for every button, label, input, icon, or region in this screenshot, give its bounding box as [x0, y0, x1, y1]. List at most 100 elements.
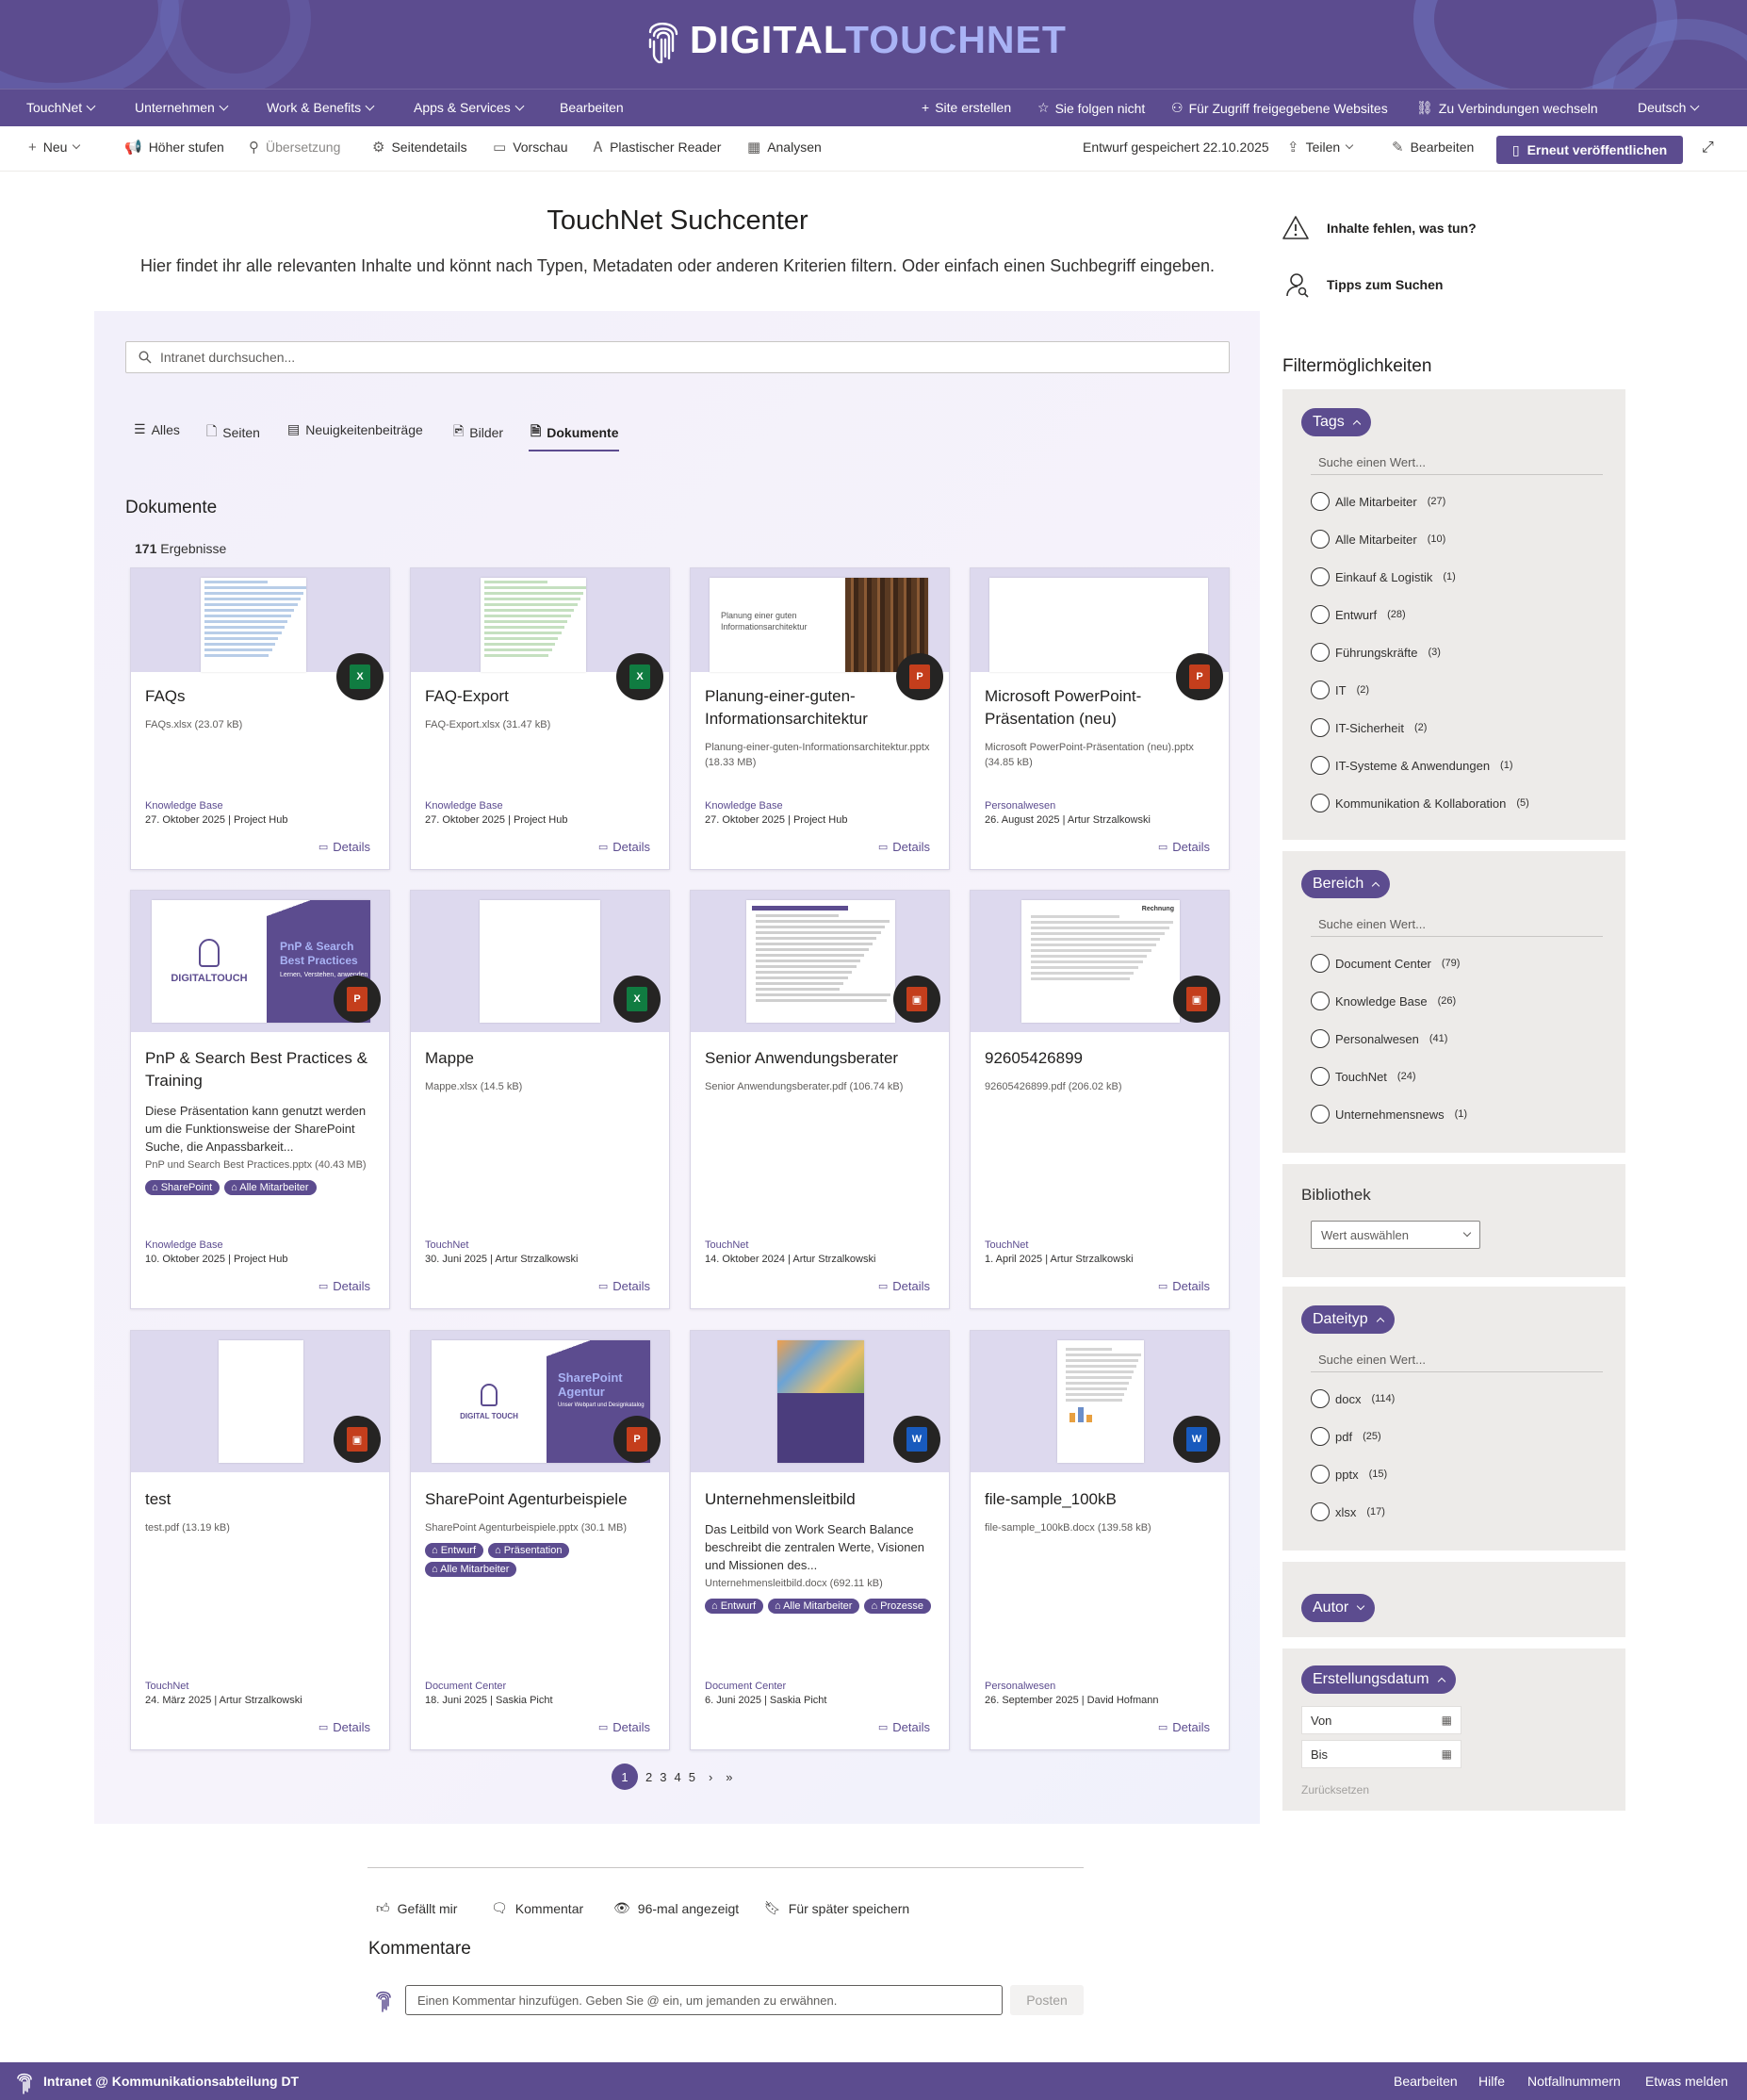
promote-button[interactable]: 📢 Höher stufen	[124, 139, 224, 155]
result-card[interactable]: DIGITALTOUCH PnP & Search Best Practices L…	[130, 890, 390, 1309]
edit-button[interactable]: ✎ Bearbeiten	[1392, 139, 1474, 155]
card-title[interactable]: Unternehmensleitbild	[705, 1488, 940, 1511]
card-title[interactable]: FAQ-Export	[425, 685, 661, 708]
tag-badge[interactable]: ⌂ Alle Mitarbeiter	[425, 1562, 517, 1577]
radio-button[interactable]	[1311, 567, 1330, 586]
create-site-link[interactable]: + Site erstellen	[922, 100, 1011, 115]
radio-button[interactable]	[1311, 1067, 1330, 1086]
save-for-later-button[interactable]: 🔖︎ Für später speichern	[764, 1900, 909, 1916]
tag-badge[interactable]: ⌂ Entwurf	[425, 1543, 483, 1558]
filter-option-dateityp[interactable]: pdf (25)	[1311, 1427, 1381, 1446]
footer-link-notfallnummern[interactable]: Notfallnummern	[1527, 2074, 1621, 2089]
radio-button[interactable]	[1311, 681, 1330, 699]
result-card[interactable]: X FAQs FAQs.xlsx (23.07 kB) Knowledge Base 2…	[130, 567, 390, 870]
filter-dateityp-search[interactable]: Suche einen Wert...	[1311, 1344, 1603, 1372]
tab-seiten[interactable]: 🗋 Seiten	[206, 421, 260, 444]
comment-button[interactable]: 🗨 Kommentar	[491, 1900, 583, 1916]
card-title[interactable]: PnP & Search Best Practices & Training	[145, 1047, 381, 1092]
card-title[interactable]: Senior Anwendungsberater	[705, 1047, 940, 1070]
language-selector[interactable]: Deutsch	[1638, 100, 1700, 115]
card-details-link[interactable]: ▭ Details	[878, 1279, 930, 1293]
radio-button[interactable]	[1311, 1427, 1330, 1446]
new-button[interactable]: + Neu	[28, 139, 81, 155]
radio-button[interactable]	[1311, 530, 1330, 549]
result-card[interactable]: X Mappe Mappe.xlsx (14.5 kB) TouchNet 30. Ju…	[410, 890, 670, 1309]
card-details-link[interactable]: ▭ Details	[598, 1720, 650, 1734]
card-library[interactable]: TouchNet	[705, 1239, 748, 1251]
share-button[interactable]: ⇪ Teilen	[1287, 139, 1354, 155]
result-card[interactable]: Wfile-sample_100kB file-sample_100kB.docx…	[970, 1330, 1230, 1750]
tab-bilder[interactable]: 🖻 Bilder	[453, 421, 503, 444]
radio-button[interactable]	[1311, 1465, 1330, 1484]
radio-button[interactable]	[1311, 1389, 1330, 1408]
filter-option-dateityp[interactable]: docx (114)	[1311, 1389, 1395, 1408]
card-title[interactable]: file-sample_100kB	[985, 1488, 1220, 1511]
card-library[interactable]: Personalwesen	[985, 800, 1055, 812]
filter-bibliothek-select[interactable]: Wert auswählen	[1311, 1221, 1480, 1249]
nav-item-unternehmen[interactable]: Unternehmen	[135, 100, 229, 115]
card-title[interactable]: test	[145, 1488, 381, 1511]
card-library[interactable]: Document Center	[705, 1681, 786, 1692]
last-page-button[interactable]: »	[726, 1770, 732, 1784]
republish-button[interactable]: ▯ Erneut veröffentlichen	[1496, 136, 1683, 164]
filter-option-tags[interactable]: IT-Systeme & Anwendungen (1)	[1311, 756, 1513, 775]
card-details-link[interactable]: ▭ Details	[1158, 1720, 1210, 1734]
filter-option-bereich[interactable]: Unternehmensnews (1)	[1311, 1105, 1467, 1124]
card-details-link[interactable]: ▭ Details	[598, 840, 650, 854]
filter-option-tags[interactable]: IT-Sicherheit (2)	[1311, 718, 1427, 737]
filter-bereich-toggle[interactable]: Bereich	[1301, 870, 1391, 898]
result-card[interactable]: Planung einer guten Informationsarchitek…	[690, 567, 950, 870]
filter-option-dateityp[interactable]: xlsx (17)	[1311, 1502, 1385, 1521]
radio-button[interactable]	[1311, 1105, 1330, 1124]
filter-tags-toggle[interactable]: Tags	[1301, 408, 1371, 436]
card-library[interactable]: TouchNet	[145, 1681, 188, 1692]
filter-bereich-search[interactable]: Suche einen Wert...	[1311, 909, 1603, 937]
card-details-link[interactable]: ▭ Details	[878, 1720, 930, 1734]
page-details-button[interactable]: ⚙ Seitendetails	[372, 139, 467, 155]
filter-option-bereich[interactable]: TouchNet (24)	[1311, 1067, 1415, 1086]
tag-badge[interactable]: ⌂ SharePoint	[145, 1180, 220, 1195]
switch-connections-link[interactable]: ⛓ Zu Verbindungen wechseln	[1416, 100, 1598, 116]
card-library[interactable]: Knowledge Base	[425, 800, 503, 812]
nav-item-bearbeiten[interactable]: Bearbeiten	[560, 100, 624, 115]
filter-option-tags[interactable]: Alle Mitarbeiter (27)	[1311, 492, 1445, 511]
tab-dokumente[interactable]: 🗎 Dokumente	[531, 421, 619, 444]
filter-option-dateityp[interactable]: pptx (15)	[1311, 1465, 1387, 1484]
tab-neuigkeiten[interactable]: ▤ Neuigkeitenbeiträge	[287, 421, 423, 437]
card-title[interactable]: FAQs	[145, 685, 381, 708]
card-details-link[interactable]: ▭ Details	[318, 840, 370, 854]
result-card[interactable]: P Microsoft PowerPoint-Präsentation (neu)…	[970, 567, 1230, 870]
card-library[interactable]: TouchNet	[985, 1239, 1028, 1251]
result-card[interactable]: Rechnung ▣ 92605426899 92605426899.pdf (206…	[970, 890, 1230, 1309]
card-details-link[interactable]: ▭ Details	[598, 1279, 650, 1293]
nav-item-apps-services[interactable]: Apps & Services	[414, 100, 525, 115]
radio-button[interactable]	[1311, 1029, 1330, 1048]
card-details-link[interactable]: ▭ Details	[1158, 840, 1210, 854]
footer-link-etwas-melden[interactable]: Etwas melden	[1645, 2074, 1728, 2089]
radio-button[interactable]	[1311, 492, 1330, 511]
card-details-link[interactable]: ▭ Details	[318, 1720, 370, 1734]
filter-option-bereich[interactable]: Document Center (79)	[1311, 954, 1460, 973]
immersive-reader-button[interactable]: Ꭺ Plastischer Reader	[594, 139, 721, 155]
preview-button[interactable]: ▭ Vorschau	[493, 139, 568, 155]
filter-option-tags[interactable]: Kommunikation & Kollaboration (5)	[1311, 794, 1529, 812]
filter-tags-search[interactable]: Suche einen Wert...	[1311, 447, 1603, 475]
post-comment-button[interactable]: Posten	[1010, 1985, 1084, 2015]
filter-dateityp-toggle[interactable]: Dateityp	[1301, 1305, 1395, 1334]
card-title[interactable]: Planung-einer-guten-Informationsarchitek…	[705, 685, 940, 730]
tag-badge[interactable]: ⌂ Prozesse	[864, 1599, 932, 1614]
page-link[interactable]: 4	[674, 1770, 680, 1784]
footer-link-hilfe[interactable]: Hilfe	[1478, 2074, 1505, 2089]
radio-button[interactable]	[1311, 1502, 1330, 1521]
radio-button[interactable]	[1311, 794, 1330, 812]
tab-alles[interactable]: ☰ Alles	[134, 421, 180, 437]
result-card[interactable]: ▣ Senior Anwendungsberater Senior Anwendun…	[690, 890, 950, 1309]
card-library[interactable]: Personalwesen	[985, 1681, 1055, 1692]
page-current[interactable]: 1	[612, 1764, 638, 1790]
tag-badge[interactable]: ⌂ Alle Mitarbeiter	[768, 1599, 860, 1614]
like-button[interactable]: 👍︎ Gefällt mir	[376, 1900, 457, 1916]
card-library[interactable]: TouchNet	[425, 1239, 468, 1251]
shared-sites-link[interactable]: ⚇ Für Zugriff freigegebene Websites	[1171, 100, 1388, 116]
card-details-link[interactable]: ▭ Details	[318, 1279, 370, 1293]
filter-option-tags[interactable]: Entwurf (28)	[1311, 605, 1406, 624]
